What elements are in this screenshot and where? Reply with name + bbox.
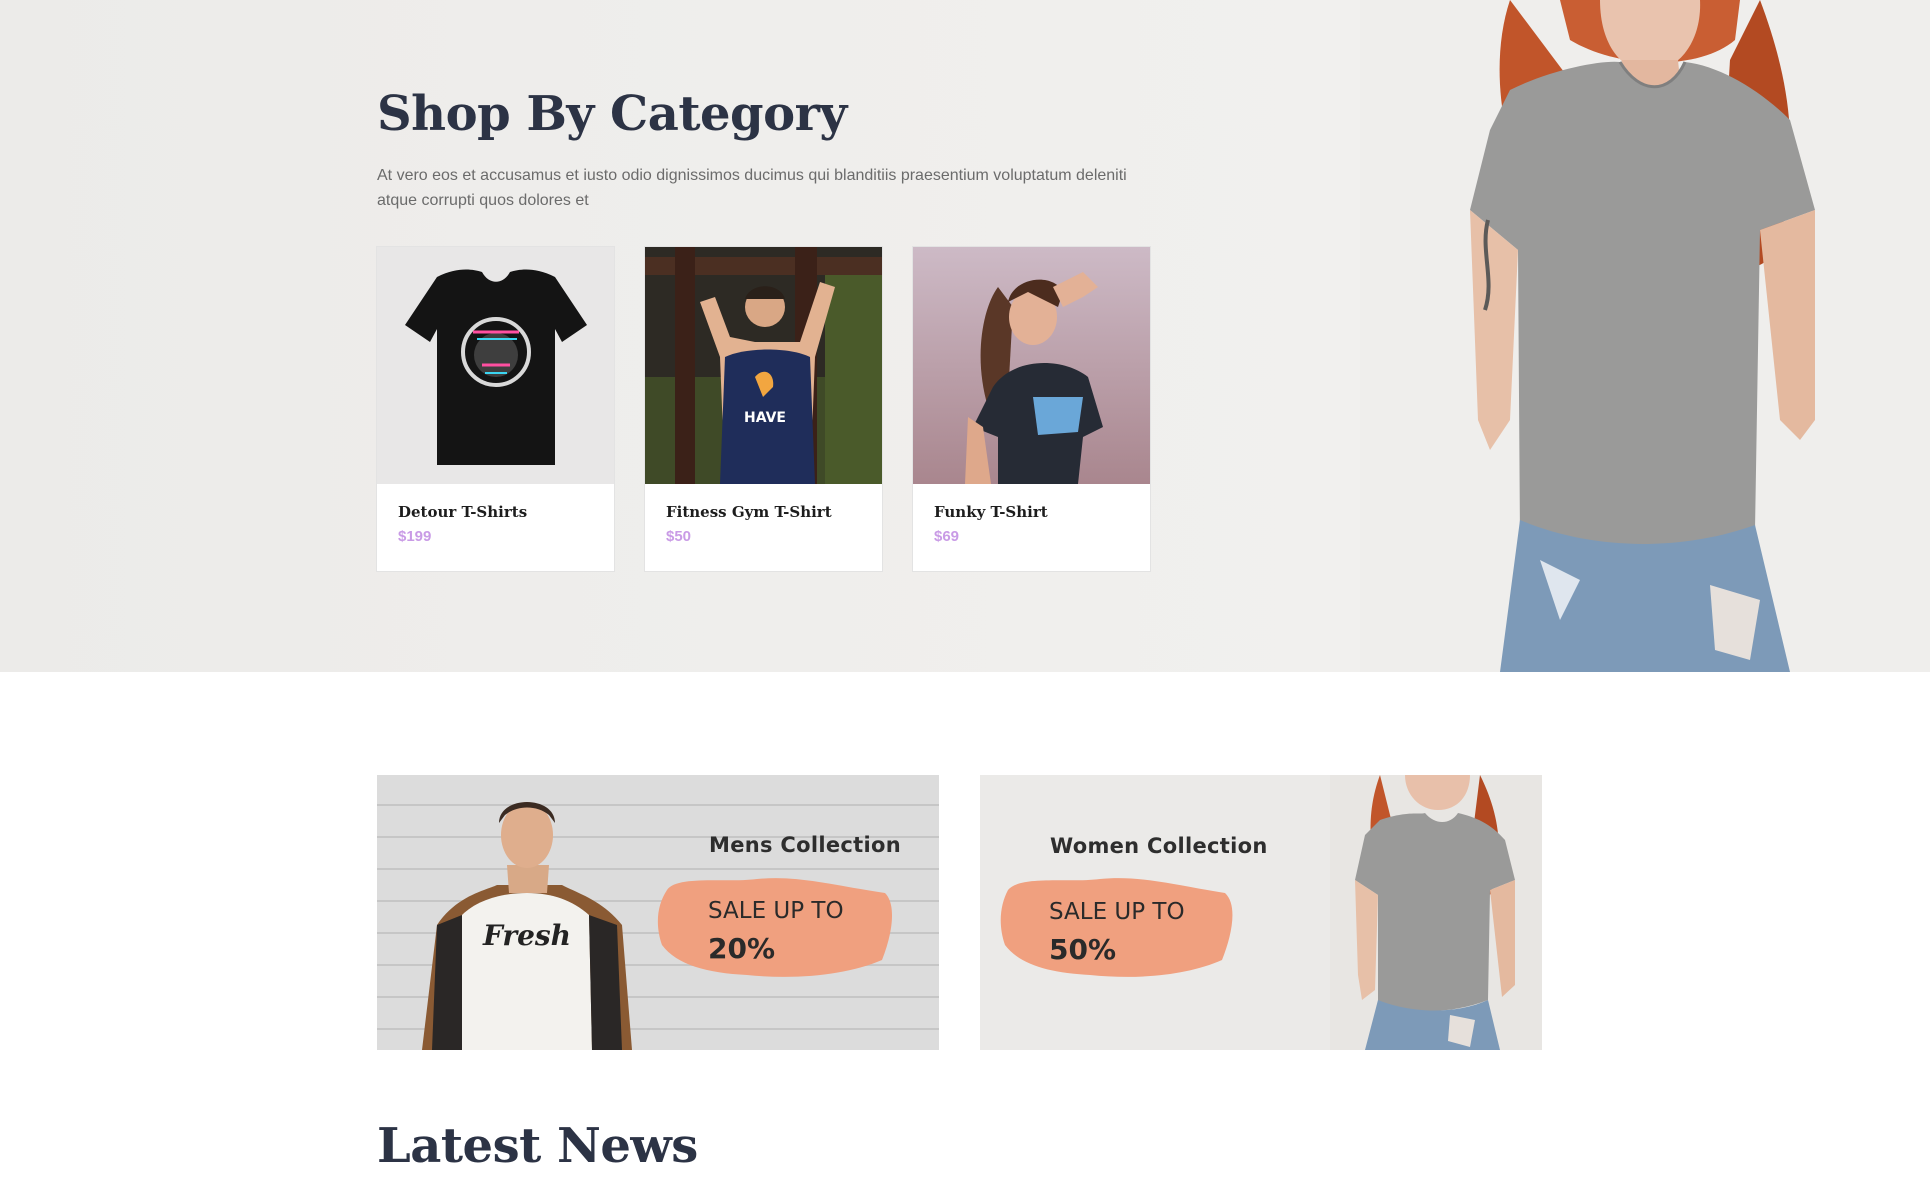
hero-section: Shop By Category At vero eos et accusamu… bbox=[0, 0, 1930, 672]
promo-percent: 20% bbox=[708, 932, 776, 965]
product-price: $199 bbox=[398, 528, 432, 545]
product-name[interactable]: Detour T-Shirts bbox=[398, 503, 527, 521]
product-card-fitness[interactable]: HAVE Fitness Gym T-Shirt $50 bbox=[645, 247, 882, 571]
mens-collection-banner[interactable]: Fresh Mens Collection SALE UP TO 20% bbox=[377, 775, 939, 1050]
hero-model-image bbox=[1360, 0, 1930, 672]
women-collection-banner[interactable]: Women Collection SALE UP TO 50% bbox=[980, 775, 1542, 1050]
product-name[interactable]: Fitness Gym T-Shirt bbox=[666, 503, 832, 521]
product-name[interactable]: Funky T-Shirt bbox=[934, 503, 1048, 521]
promo-sale-text: SALE UP TO bbox=[708, 898, 844, 924]
product-price: $50 bbox=[666, 528, 692, 545]
product-card-funky[interactable]: Funky T-Shirt $69 bbox=[913, 247, 1150, 571]
promo-percent: 50% bbox=[1049, 933, 1117, 966]
latest-news-title: Latest News bbox=[377, 1118, 698, 1174]
mens-collection-image: Fresh bbox=[377, 775, 939, 1050]
promo-title: Women Collection bbox=[1050, 834, 1268, 858]
product-price: $69 bbox=[934, 528, 960, 545]
product-image-fitness[interactable]: HAVE bbox=[645, 247, 882, 484]
product-image-funky[interactable] bbox=[913, 247, 1150, 484]
svg-text:HAVE: HAVE bbox=[744, 410, 786, 426]
svg-text:Fresh: Fresh bbox=[482, 919, 571, 952]
shop-description: At vero eos et accusamus et iusto odio d… bbox=[377, 167, 1127, 209]
promo-title: Mens Collection bbox=[709, 833, 901, 857]
product-card-detour[interactable]: Detour T-Shirts $199 bbox=[377, 247, 614, 571]
promo-sale-text: SALE UP TO bbox=[1049, 899, 1185, 925]
product-image-detour[interactable] bbox=[377, 247, 614, 484]
shop-by-category-title: Shop By Category bbox=[377, 86, 847, 142]
